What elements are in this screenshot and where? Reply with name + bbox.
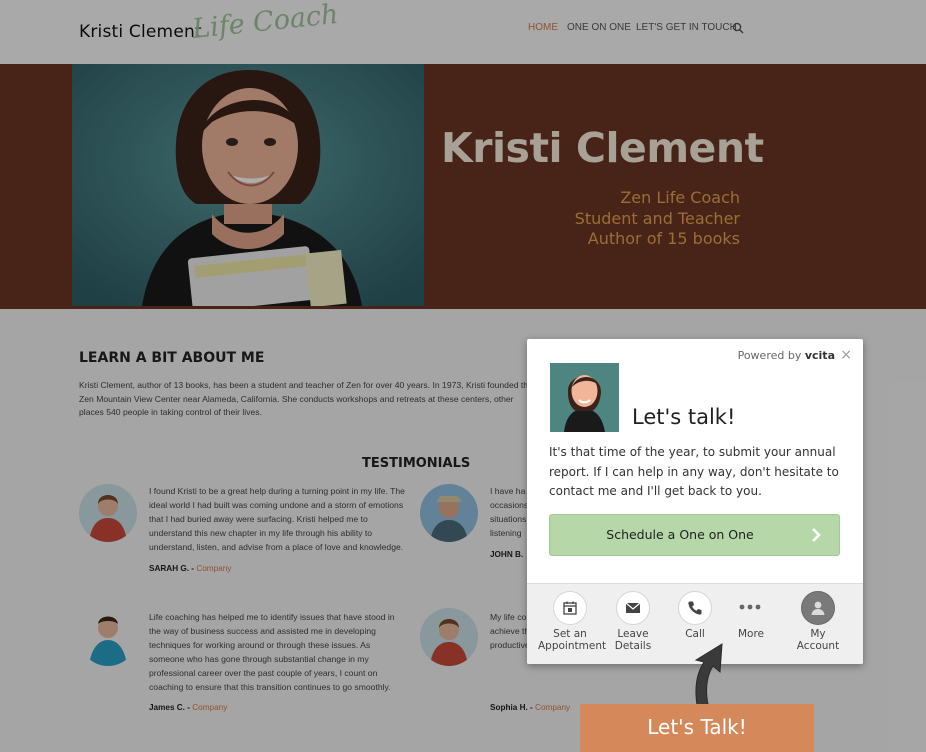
schedule-button-label: Schedule a One on One (606, 527, 754, 542)
lets-talk-tab[interactable]: Let's Talk! (580, 704, 814, 752)
powered-by[interactable]: Powered by vcita (738, 349, 835, 362)
contact-widget: Powered by vcita × Let's talk! It's that… (527, 339, 863, 664)
my-account-label-1: My (810, 628, 826, 640)
close-icon[interactable]: × (840, 347, 852, 363)
lets-talk-label: Let's Talk! (647, 715, 747, 739)
set-appointment-action[interactable]: Set an Appointment (538, 591, 607, 652)
widget-message: It's that time of the year, to submit yo… (549, 445, 839, 498)
my-account-label-2: Account (796, 640, 840, 652)
call-action[interactable]: Call (663, 591, 727, 640)
calendar-icon (553, 591, 587, 625)
leave-details-label-1: Leave (617, 628, 649, 640)
envelope-icon (616, 591, 650, 625)
account-icon (801, 591, 835, 625)
more-action[interactable]: More (719, 591, 783, 640)
schedule-button[interactable]: Schedule a One on One (549, 514, 840, 556)
widget-avatar (550, 363, 619, 432)
widget-title: Let's talk! (632, 405, 736, 429)
my-account-action[interactable]: My Account (786, 591, 850, 652)
leave-details-label-2: Details (614, 640, 652, 652)
leave-details-action[interactable]: Leave Details (601, 591, 665, 652)
set-appointment-label-2: Appointment (538, 640, 607, 652)
more-dots-icon (734, 591, 768, 625)
chevron-right-icon (812, 528, 821, 542)
powered-by-prefix: Powered by (737, 349, 802, 362)
phone-icon (678, 591, 712, 625)
powered-by-brand: vcita (804, 349, 835, 362)
call-label: Call (685, 628, 705, 640)
set-appointment-label-1: Set an (553, 628, 587, 640)
more-label: More (737, 628, 765, 640)
